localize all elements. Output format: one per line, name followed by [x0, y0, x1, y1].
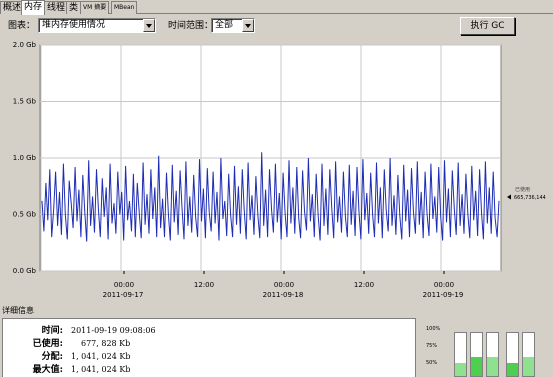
y-tick-label: 0.0 Gb: [13, 267, 37, 275]
x-tick-time: 00:00: [114, 281, 134, 289]
tab-threads[interactable]: 线程: [44, 1, 69, 14]
tab-bar: 概述 内存 线程 类 VM 摘要 MBean: [0, 0, 553, 15]
chevron-down-icon[interactable]: [143, 19, 155, 32]
time-range-value: 全部: [215, 20, 234, 30]
time-range-label: 时间范围：: [168, 21, 214, 31]
y-tick-label: 0.5 Gb: [13, 211, 37, 219]
detail-key: 分配:: [41, 352, 63, 362]
meter-fill: [487, 356, 498, 376]
time-range-select[interactable]: 全部: [211, 18, 255, 33]
tab-mbean[interactable]: MBean: [111, 1, 138, 14]
detail-value: 1, 041, 024 Kb: [71, 365, 131, 374]
chart-label: 图表：: [8, 21, 36, 31]
memory-pool-meter[interactable]: [470, 332, 483, 377]
memory-pool-meter[interactable]: [506, 332, 519, 377]
x-tick-time: 12:00: [354, 281, 374, 289]
detail-key: 时间:: [41, 326, 63, 336]
y-tick-label: 1.5 Gb: [13, 98, 37, 106]
tab-vm-summary[interactable]: VM 摘要: [80, 1, 110, 14]
y-tick-label: 1.0 Gb: [13, 154, 37, 162]
memory-pool-meter[interactable]: [522, 332, 535, 377]
memory-pool-meter[interactable]: [486, 332, 499, 377]
chart-type-value: 堆内存使用情况: [42, 20, 106, 30]
detail-row-max: 最大值: 1, 041, 024 Kb: [3, 364, 303, 376]
heap-memory-chart: 2.0 Gb 1.5 Gb 1.0 Gb 0.5 Gb 0.0 Gb 00:00 2011…: [0, 36, 553, 304]
legend-value: 665,736,144: [514, 195, 546, 201]
meter-fill: [507, 363, 518, 376]
meter-fill: [523, 356, 534, 376]
meter-label-75: 75%: [426, 343, 438, 349]
x-tick-date: 2011-09-19: [423, 291, 464, 299]
x-tick-time: 00:00: [274, 281, 294, 289]
memory-pool-meters: 100% 75% 50%: [426, 322, 551, 377]
meter-label-50: 50%: [426, 360, 438, 366]
detail-row-time: 时间: 2011-09-19 09:08:06: [3, 325, 303, 337]
chart-svg: 2.0 Gb 1.5 Gb 1.0 Gb 0.5 Gb 0.0 Gb 00:00 2011…: [0, 36, 553, 304]
detail-value: 677, 828 Kb: [81, 339, 131, 348]
detail-key: 最大值:: [32, 365, 63, 375]
x-tick-time: 12:00: [194, 281, 214, 289]
meter-label-100: 100%: [426, 326, 441, 332]
x-tick-date: 2011-09-18: [263, 291, 304, 299]
chevron-down-icon[interactable]: [242, 19, 254, 32]
detail-value: 2011-09-19 09:08:06: [71, 326, 156, 335]
detail-key: 已使用:: [32, 339, 63, 349]
memory-pool-meter[interactable]: [454, 332, 467, 377]
legend-label: 已使用: [515, 186, 530, 193]
chart-type-select[interactable]: 堆内存使用情况: [38, 18, 156, 33]
tab-classes[interactable]: 类: [66, 1, 82, 14]
perform-gc-button[interactable]: 执行 GC: [460, 17, 515, 35]
meter-fill: [471, 356, 482, 376]
details-panel: 时间: 2011-09-19 09:08:06 已使用: 677, 828 Kb…: [2, 318, 416, 377]
x-tick-date: 2011-09-17: [103, 291, 144, 299]
x-tick-time: 00:00: [434, 281, 454, 289]
tab-memory[interactable]: 内存: [21, 0, 46, 15]
details-title: 详细信息: [2, 306, 34, 315]
detail-row-used: 已使用: 677, 828 Kb: [3, 338, 303, 350]
y-tick-label: 2.0 Gb: [13, 41, 37, 49]
detail-value: 1, 041, 024 Kb: [71, 352, 131, 361]
detail-row-committed: 分配: 1, 041, 024 Kb: [3, 351, 303, 363]
meter-fill: [455, 363, 466, 376]
